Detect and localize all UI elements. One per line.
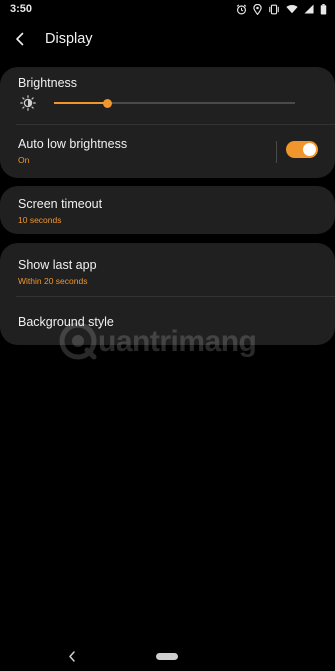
location-icon — [253, 3, 262, 15]
auto-low-brightness-title: Auto low brightness — [18, 137, 128, 151]
show-last-app-value: Within 20 seconds — [18, 276, 88, 286]
top-app-bar: Display — [0, 20, 335, 58]
status-time: 3:50 — [10, 3, 33, 15]
navigation-bar — [0, 641, 335, 671]
home-pill-icon[interactable] — [156, 653, 178, 660]
brightness-title: Brightness — [18, 76, 78, 90]
screen-timeout-card[interactable]: Screen timeout 10 seconds — [0, 186, 335, 234]
watermark: uantrimang — [58, 321, 280, 361]
page-title: Display — [45, 31, 93, 47]
show-last-app-row[interactable]: Show last app Within 20 seconds — [0, 243, 335, 296]
auto-low-brightness-row[interactable]: Auto low brightness On — [0, 125, 335, 178]
battery-icon — [320, 3, 327, 15]
vibrate-icon — [269, 4, 279, 14]
signal-icon — [304, 4, 314, 14]
status-bar: 3:50 — [0, 0, 335, 20]
watermark-text: uantrimang — [98, 325, 257, 358]
back-button[interactable] — [8, 27, 32, 51]
brightness-slider-fill — [54, 102, 108, 104]
watermark-logo — [59, 322, 97, 360]
brightness-slider[interactable] — [54, 98, 295, 108]
brightness-card: Brightness Auto low brightness On — [0, 67, 335, 178]
alarm-icon — [236, 4, 247, 14]
brightness-low-icon — [20, 95, 36, 111]
screen-timeout-value: 10 seconds — [18, 215, 62, 225]
brightness-slider-thumb[interactable] — [102, 98, 112, 108]
vertical-separator — [276, 141, 277, 163]
auto-low-brightness-status: On — [18, 155, 30, 165]
arrow-back-icon — [16, 32, 24, 46]
status-icons — [236, 2, 327, 16]
toggle-knob — [303, 143, 316, 156]
screen-timeout-title: Screen timeout — [18, 197, 103, 211]
auto-low-brightness-toggle[interactable] — [286, 141, 318, 158]
wifi-icon — [286, 4, 298, 14]
nav-back-button[interactable] — [64, 648, 80, 664]
brightness-row: Brightness — [0, 67, 335, 124]
nav-back-icon — [69, 650, 75, 662]
show-last-app-title: Show last app — [18, 258, 97, 272]
